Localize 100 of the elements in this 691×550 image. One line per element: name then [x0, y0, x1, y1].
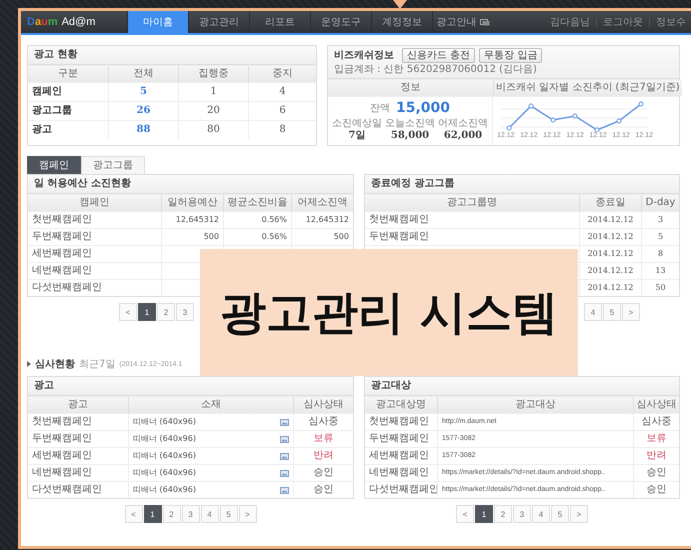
column-header: 광고대상명 — [365, 397, 437, 413]
creative-text: 띠배너 (640x96) — [133, 484, 196, 496]
user-link[interactable]: 로그아웃 — [603, 15, 643, 29]
page-button[interactable]: 4 — [200, 505, 218, 523]
next-page-button[interactable]: > — [570, 505, 588, 523]
table-cell-text: 첫번째캠페인 — [31, 213, 93, 227]
table-cell-text: 다섯번째캠페인 — [31, 281, 103, 295]
image-icon[interactable] — [280, 436, 289, 442]
status-text: 승인 — [293, 482, 353, 498]
image-icon[interactable] — [280, 470, 289, 476]
table-cell: 13 — [641, 263, 679, 279]
creative-text: 띠배너 (640x96) — [133, 450, 196, 462]
charge-button[interactable]: 무통장 입금 — [479, 48, 542, 63]
nav-tab[interactable]: 마이홈 — [127, 11, 188, 33]
status-text: 보류 — [633, 431, 679, 447]
page-button[interactable]: 1 — [138, 303, 156, 321]
stat-label: 소진예상일 — [332, 118, 382, 130]
table-cell: 26 — [108, 102, 178, 120]
creative-text: 띠배너 (640x96) — [133, 416, 196, 428]
image-icon[interactable] — [280, 452, 289, 460]
page-button[interactable]: 2 — [162, 505, 180, 523]
stat-label: 오늘소진액 — [385, 118, 435, 130]
table-cell: 1 — [178, 83, 248, 101]
daum-logo[interactable]: Daum — [27, 16, 58, 28]
page-button[interactable]: 3 — [182, 505, 200, 523]
nav-tab[interactable]: 계정정보 — [371, 11, 432, 33]
page-button[interactable]: 5 — [220, 505, 238, 523]
table-cell: 6 — [248, 102, 316, 120]
table-cell-text: 첫번째캠페인 — [368, 415, 430, 429]
page-button[interactable]: 1 — [144, 505, 162, 523]
page-button[interactable]: 4 — [532, 505, 550, 523]
previous-page-button[interactable]: < — [124, 505, 142, 523]
status-text: 심사중 — [633, 414, 679, 430]
panel-title: 종료예정 광고그룹 — [365, 175, 679, 194]
column-header: 평균소진비율 — [223, 195, 291, 211]
nav-tab[interactable]: 리포트 — [249, 11, 310, 33]
table-cell-text: 첫번째캠페인 — [31, 415, 93, 429]
user-link[interactable]: 김다음님 — [550, 15, 590, 29]
table-cell: 50 — [641, 280, 679, 296]
table-cell: 5 — [108, 83, 178, 101]
table-cell: 500 — [291, 229, 353, 245]
table-cell-text: 세번째캠페인 — [31, 449, 93, 463]
table-cell-text: 캠페인 — [31, 85, 63, 99]
table-cell-text: 광고그룹 — [31, 104, 73, 118]
nav-tab[interactable]: 운영도구 — [310, 11, 371, 33]
page-button[interactable]: 1 — [475, 505, 493, 523]
status-text: 심사중 — [293, 414, 353, 430]
image-icon[interactable] — [280, 418, 289, 426]
table-cell: 8 — [248, 121, 316, 139]
column-header: 소재 — [128, 397, 293, 413]
table-cell: 80 — [178, 121, 248, 139]
status-text: 보류 — [293, 431, 353, 447]
panel-title: 광고 — [28, 377, 353, 396]
column-header: 심사상태 — [633, 397, 679, 413]
table-cell-text: 첫번째캠페인 — [368, 213, 430, 227]
table-cell: 20 — [178, 102, 248, 120]
nav-tab[interactable]: 광고관리 — [188, 11, 249, 33]
column-header: 광고대상 — [437, 397, 633, 413]
column-header: 일허용예산 — [161, 195, 223, 211]
page-button[interactable]: 5 — [551, 505, 569, 523]
panel-title: 광고대상 — [365, 377, 679, 396]
table-cell-text: 네번째캠페인 — [31, 466, 93, 480]
panel-title: 비즈캐쉬정보 — [334, 50, 394, 62]
table-cell-text: 두번째캠페인 — [368, 230, 430, 244]
panel-title: 일 허용예산 소진현황 — [28, 175, 353, 194]
table-cell: 2014.12.12 — [579, 229, 641, 245]
table-cell-text: 두번째캠페인 — [31, 432, 93, 446]
period-text: 최근7일 — [79, 358, 116, 371]
title-banner: 광고관리 시스템 — [200, 249, 578, 376]
page-button[interactable]: 2 — [157, 303, 175, 321]
nav-tab[interactable]: 광고안내 — [432, 11, 493, 33]
table-cell: 2014.12.12 — [579, 212, 641, 228]
table-cell: 5 — [641, 229, 679, 245]
tab[interactable]: 캠페인 — [27, 156, 81, 174]
column-header: 광고 — [28, 397, 128, 413]
previous-page-button[interactable]: < — [119, 303, 137, 321]
column-header: 구분 — [28, 66, 108, 82]
status-text: 승인 — [293, 465, 353, 481]
previous-page-button[interactable]: < — [456, 505, 474, 523]
column-header: 전체 — [108, 66, 178, 82]
image-icon[interactable] — [280, 486, 289, 494]
creative-text: 띠배너 (640x96) — [133, 433, 196, 445]
page-button[interactable]: 3 — [176, 303, 194, 321]
bullet-icon — [27, 361, 31, 367]
user-link[interactable]: 정보수 — [656, 15, 686, 29]
tab[interactable]: 광고그룹 — [81, 156, 145, 174]
table-cell-text: 다섯번째캠페인 — [31, 483, 103, 497]
stat-value: 62,000 — [444, 130, 482, 142]
next-page-button[interactable]: > — [238, 505, 256, 523]
charge-button[interactable]: 신용카드 충전 — [402, 48, 476, 63]
page-button[interactable]: 5 — [603, 303, 621, 321]
page-button[interactable]: 3 — [513, 505, 531, 523]
table-cell-text: 광고 — [31, 123, 53, 137]
table-cell: 3 — [641, 212, 679, 228]
page-button[interactable]: 2 — [494, 505, 512, 523]
page-button[interactable]: 4 — [584, 303, 602, 321]
stat-label: 어제소진액 — [438, 118, 488, 130]
next-page-button[interactable]: > — [622, 303, 640, 321]
table-cell-text: 네번째캠페인 — [368, 466, 430, 480]
column-header: 정보 — [328, 80, 493, 96]
